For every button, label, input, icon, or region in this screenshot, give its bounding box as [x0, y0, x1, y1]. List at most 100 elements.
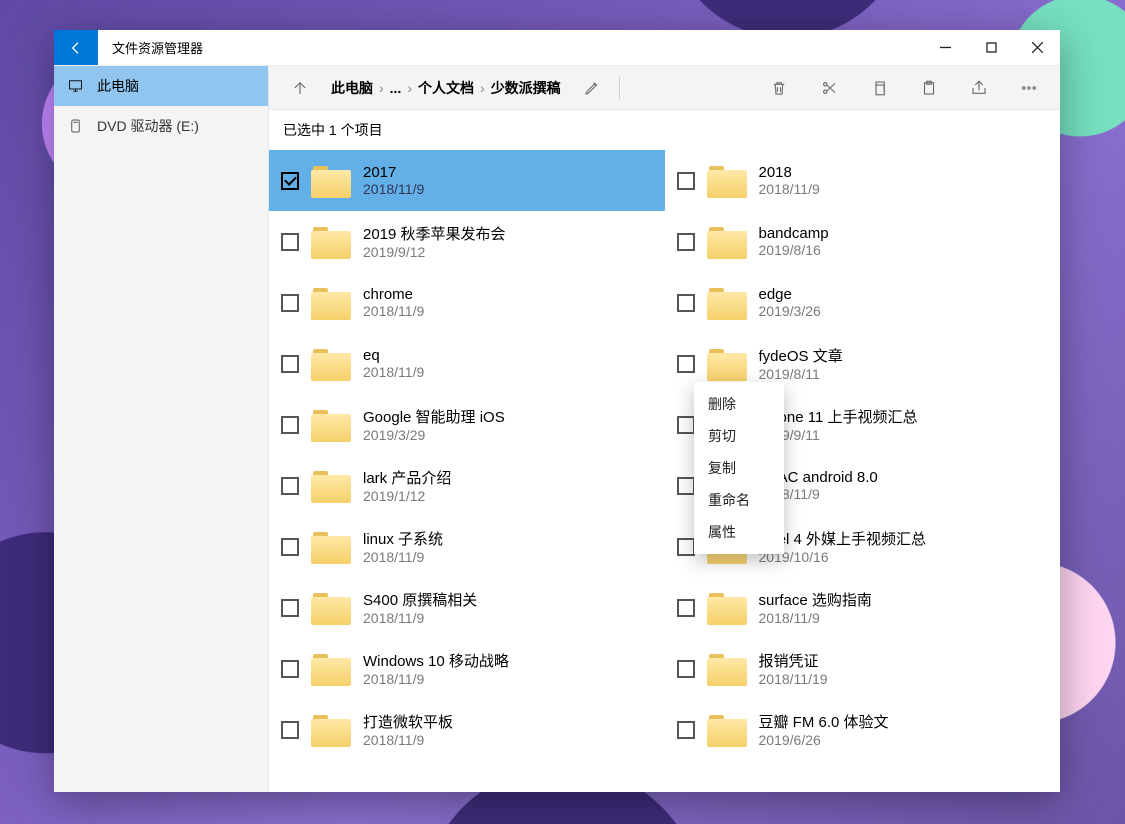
cut-button[interactable] — [804, 66, 854, 110]
sidebar: 此电脑 DVD 驱动器 (E:) — [54, 66, 269, 792]
folder-item[interactable]: 20182018/11/9 — [665, 150, 1061, 211]
context-menu-item-copy[interactable]: 复制 — [694, 452, 784, 484]
folder-item[interactable]: S400 原撰稿相关2018/11/9 — [269, 577, 665, 638]
folder-column-left: 20172018/11/92019 秋季苹果发布会2019/9/12chrome… — [269, 150, 665, 792]
minimize-button[interactable] — [922, 30, 968, 65]
checkbox[interactable] — [677, 538, 695, 556]
clipboard-icon — [920, 79, 938, 97]
scissors-icon — [820, 79, 838, 97]
crumb[interactable]: ... — [390, 80, 402, 96]
folder-item[interactable]: surface 选购指南2018/11/9 — [665, 577, 1061, 638]
context-menu-item-delete[interactable]: 删除 — [694, 388, 784, 420]
folder-name: Windows 10 移动战略 — [363, 650, 509, 671]
folder-item[interactable]: bandcamp2019/8/16 — [665, 211, 1061, 272]
folder-name: 打造微软平板 — [363, 711, 453, 732]
pencil-icon — [583, 79, 601, 97]
trash-icon — [770, 79, 788, 97]
folder-date: 2018/11/9 — [363, 364, 424, 380]
share-icon — [970, 79, 988, 97]
close-button[interactable] — [1014, 30, 1060, 65]
share-button[interactable] — [954, 66, 1004, 110]
separator — [619, 76, 620, 100]
paste-button[interactable] — [904, 66, 954, 110]
sidebar-item-label: DVD 驱动器 (E:) — [97, 116, 199, 136]
context-menu: 删除 剪切 复制 重命名 属性 — [694, 382, 784, 554]
checkbox[interactable] — [281, 660, 299, 678]
crumb[interactable]: 少数派撰稿 — [491, 78, 561, 98]
status-text: 已选中 1 个项目 — [283, 120, 383, 140]
checkbox[interactable] — [281, 233, 299, 251]
checkbox[interactable] — [677, 721, 695, 739]
folder-date: 2018/11/9 — [759, 610, 872, 626]
ellipsis-icon — [1020, 79, 1038, 97]
maximize-icon — [986, 42, 997, 53]
sidebar-item-this-pc[interactable]: 此电脑 — [54, 66, 268, 106]
up-button[interactable] — [275, 66, 325, 110]
context-menu-item-rename[interactable]: 重命名 — [694, 484, 784, 516]
folder-date: 2018/11/9 — [363, 549, 443, 565]
checkbox[interactable] — [677, 599, 695, 617]
checkbox[interactable] — [281, 721, 299, 739]
folder-name: bandcamp — [759, 225, 829, 242]
folder-icon — [311, 591, 351, 625]
checkbox[interactable] — [677, 416, 695, 434]
crumb[interactable]: 个人文档 — [418, 78, 474, 98]
folder-item[interactable]: 2019 秋季苹果发布会2019/9/12 — [269, 211, 665, 272]
folder-item[interactable]: Windows 10 移动战略2018/11/9 — [269, 638, 665, 699]
folder-date: 2019/1/12 — [363, 488, 451, 504]
folder-name: 2019 秋季苹果发布会 — [363, 223, 506, 244]
checkbox[interactable] — [281, 599, 299, 617]
checkbox[interactable] — [281, 538, 299, 556]
folder-date: 2019/9/12 — [363, 244, 506, 260]
checkbox[interactable] — [281, 294, 299, 312]
folder-item[interactable]: lark 产品介绍2019/1/12 — [269, 455, 665, 516]
checkbox[interactable] — [281, 172, 299, 190]
folder-item[interactable]: Google 智能助理 iOS2019/3/29 — [269, 394, 665, 455]
copy-button[interactable] — [854, 66, 904, 110]
checkbox[interactable] — [677, 355, 695, 373]
checkbox[interactable] — [281, 477, 299, 495]
chevron-right-icon: › — [407, 80, 412, 96]
checkbox[interactable] — [677, 294, 695, 312]
folder-icon — [311, 225, 351, 259]
sidebar-item-dvd[interactable]: DVD 驱动器 (E:) — [54, 106, 268, 146]
folder-name: lark 产品介绍 — [363, 467, 451, 488]
title-bar: 文件资源管理器 — [54, 30, 1060, 66]
folder-name: chrome — [363, 286, 424, 303]
delete-button[interactable] — [754, 66, 804, 110]
edit-path-button[interactable] — [567, 66, 617, 110]
folder-name: surface 选购指南 — [759, 589, 872, 610]
checkbox[interactable] — [677, 660, 695, 678]
back-button[interactable] — [54, 30, 98, 65]
disc-icon — [68, 118, 83, 134]
folder-item[interactable]: chrome2018/11/9 — [269, 272, 665, 333]
folder-item[interactable]: 打造微软平板2018/11/9 — [269, 699, 665, 760]
breadcrumb[interactable]: 此电脑 › ... › 个人文档 › 少数派撰稿 — [325, 78, 567, 98]
maximize-button[interactable] — [968, 30, 1014, 65]
sidebar-item-label: 此电脑 — [97, 76, 139, 96]
folder-item[interactable]: eq2018/11/9 — [269, 333, 665, 394]
folder-icon — [311, 286, 351, 320]
folder-item[interactable]: 20172018/11/9 — [269, 150, 665, 211]
checkbox[interactable] — [677, 172, 695, 190]
checkbox[interactable] — [281, 355, 299, 373]
context-menu-item-props[interactable]: 属性 — [694, 516, 784, 548]
folder-icon — [707, 164, 747, 198]
folder-icon — [707, 347, 747, 381]
folder-item[interactable]: 豆瓣 FM 6.0 体验文2019/6/26 — [665, 699, 1061, 760]
folder-item[interactable]: edge2019/3/26 — [665, 272, 1061, 333]
folder-date: 2018/11/9 — [363, 303, 424, 319]
arrow-up-icon — [291, 79, 309, 97]
folder-icon — [311, 408, 351, 442]
checkbox[interactable] — [677, 477, 695, 495]
chevron-right-icon: › — [379, 80, 384, 96]
folder-item[interactable]: linux 子系统2018/11/9 — [269, 516, 665, 577]
folder-name: 2018 — [759, 164, 820, 181]
checkbox[interactable] — [281, 416, 299, 434]
context-menu-item-cut[interactable]: 剪切 — [694, 420, 784, 452]
checkbox[interactable] — [677, 233, 695, 251]
arrow-left-icon — [68, 40, 84, 56]
crumb[interactable]: 此电脑 — [331, 78, 373, 98]
more-button[interactable] — [1004, 66, 1054, 110]
folder-item[interactable]: 报销凭证2018/11/19 — [665, 638, 1061, 699]
